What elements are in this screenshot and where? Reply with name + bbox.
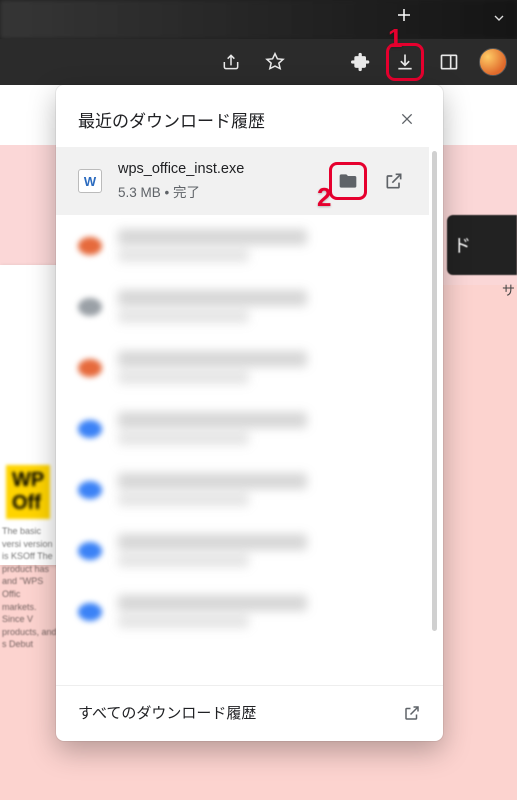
sidepanel-icon[interactable] xyxy=(435,48,463,76)
file-type-icon xyxy=(78,237,102,255)
download-filename: hidden xyxy=(118,229,307,245)
download-item[interactable]: hidden hidden xyxy=(56,581,429,642)
download-item[interactable]: hidden hidden xyxy=(56,520,429,581)
download-item[interactable]: hidden hidden xyxy=(56,398,429,459)
browser-toolbar xyxy=(0,39,517,85)
download-filename: hidden xyxy=(118,412,307,428)
downloads-popup-header: 最近のダウンロード履歴 xyxy=(56,85,443,147)
download-filename: hidden xyxy=(118,595,307,611)
tab-overflow-button[interactable] xyxy=(491,10,507,31)
download-filename: wps_office_inst.exe xyxy=(118,161,317,177)
download-item[interactable]: hidden hidden xyxy=(56,276,429,337)
downloads-popup-footer[interactable]: すべてのダウンロード履歴 xyxy=(56,685,443,741)
file-type-icon xyxy=(78,359,102,377)
download-item[interactable]: hidden hidden xyxy=(56,215,429,276)
open-external-button[interactable] xyxy=(379,166,409,196)
download-item[interactable]: hidden hidden xyxy=(56,459,429,520)
download-status: 5.3 MB • 完了 xyxy=(118,181,317,201)
share-icon[interactable] xyxy=(217,48,245,76)
browser-tabstrip xyxy=(0,0,517,39)
download-filename: hidden xyxy=(118,290,307,306)
extensions-icon[interactable] xyxy=(347,48,375,76)
all-downloads-link[interactable]: すべてのダウンロード履歴 xyxy=(78,702,256,723)
download-filename: hidden xyxy=(118,473,307,489)
download-status: hidden xyxy=(118,615,249,628)
wps-sticker: WP Off xyxy=(6,465,50,519)
close-button[interactable] xyxy=(393,105,421,133)
profile-avatar[interactable] xyxy=(479,48,507,76)
download-item[interactable]: hidden hidden xyxy=(56,337,429,398)
show-in-folder-button[interactable] xyxy=(333,166,363,196)
file-type-icon xyxy=(78,481,102,499)
downloads-list: W wps_office_inst.exe 5.3 MB • 完了 2 hidd… xyxy=(56,147,443,685)
new-tab-button[interactable] xyxy=(395,4,413,30)
download-status: hidden xyxy=(118,554,249,567)
file-type-icon xyxy=(78,420,102,438)
downloads-popup: 最近のダウンロード履歴 W wps_office_inst.exe 5.3 MB… xyxy=(56,85,443,741)
downloads-button[interactable] xyxy=(391,48,419,76)
file-type-icon xyxy=(78,542,102,560)
background-document-preview xyxy=(0,265,60,565)
download-item[interactable]: W wps_office_inst.exe 5.3 MB • 完了 xyxy=(56,147,429,215)
background-cta-button[interactable]: ド xyxy=(447,215,517,275)
scrollbar[interactable] xyxy=(432,151,437,631)
file-type-icon xyxy=(78,298,102,316)
download-filename: hidden xyxy=(118,534,307,550)
download-status: hidden xyxy=(118,432,249,445)
download-status: hidden xyxy=(118,249,249,262)
downloads-popup-title: 最近のダウンロード履歴 xyxy=(78,107,265,132)
download-status: hidden xyxy=(118,493,249,506)
download-status: hidden xyxy=(118,310,249,323)
file-type-icon: W xyxy=(78,169,102,193)
background-small-label: サ xyxy=(502,280,515,299)
download-status: hidden xyxy=(118,371,249,384)
download-filename: hidden xyxy=(118,351,307,367)
open-external-icon xyxy=(403,704,421,722)
star-icon[interactable] xyxy=(261,48,289,76)
file-type-icon xyxy=(78,603,102,621)
background-blurb: The basic versi version is KSOff The pro… xyxy=(2,525,57,651)
